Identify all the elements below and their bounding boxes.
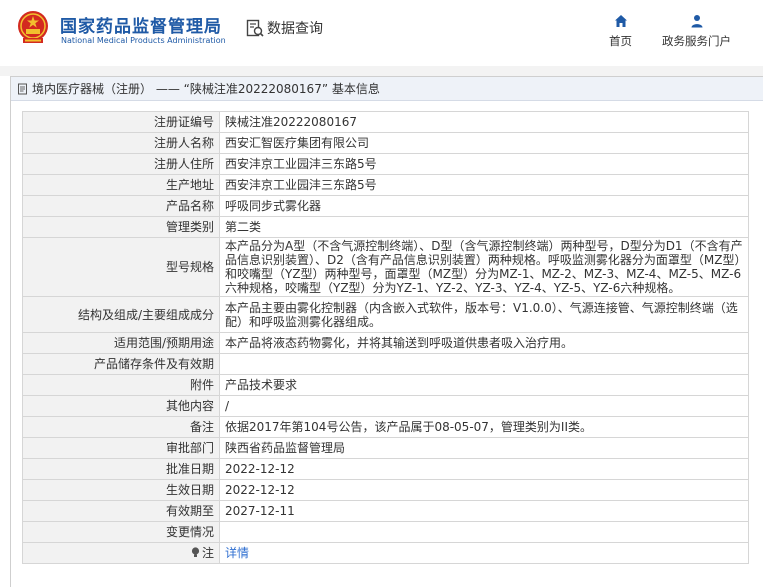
- data-query-section: 数据查询: [246, 18, 323, 38]
- row-label: 注册证编号: [22, 111, 220, 133]
- row-value: 西安沣京工业园沣三东路5号: [219, 174, 749, 196]
- data-query-label: 数据查询: [267, 21, 323, 37]
- row-label: 注: [201, 546, 214, 560]
- nav-gov-service-portal[interactable]: 政务服务门户: [662, 14, 731, 49]
- site-subtitle: National Medical Products Administration: [61, 36, 226, 45]
- row-label: 注册人名称: [22, 132, 220, 154]
- row-label: 注册人住所: [22, 153, 220, 175]
- document-search-icon: [246, 19, 264, 37]
- row-value: 西安沣京工业园沣三东路5号: [219, 153, 749, 175]
- table-row: 结构及组成/主要组成成分 本产品主要由雾化控制器（内含嵌入式软件，版本号：V1.…: [22, 296, 749, 333]
- note-label-cell: 注: [22, 542, 220, 564]
- row-value: 呼吸同步式雾化器: [219, 195, 749, 217]
- site-header: 国家药品监督管理局 National Medical Products Admi…: [0, 0, 763, 66]
- table-row: 注册人住所 西安沣京工业园沣三东路5号: [22, 153, 749, 175]
- row-label: 产品储存条件及有效期: [22, 353, 220, 375]
- row-label: 适用范围/预期用途: [22, 332, 220, 354]
- table-row: 生产地址 西安沣京工业园沣三东路5号: [22, 174, 749, 196]
- table-row: 产品名称 呼吸同步式雾化器: [22, 195, 749, 217]
- row-value: 第二类: [219, 216, 749, 238]
- bulb-icon: [191, 547, 200, 557]
- row-value: [219, 521, 749, 543]
- detail-panel: 境内医疗器械（注册） —— “陕械注准20222080167” 基本信息 注册证…: [10, 76, 763, 587]
- panel-title-bar: 境内医疗器械（注册） —— “陕械注准20222080167” 基本信息: [11, 77, 763, 101]
- table-row: 审批部门 陕西省药品监督管理局: [22, 437, 749, 459]
- row-value: 产品技术要求: [219, 374, 749, 396]
- row-label: 附件: [22, 374, 220, 396]
- table-row: 产品储存条件及有效期: [22, 353, 749, 375]
- header-divider: [0, 66, 763, 76]
- row-label: 结构及组成/主要组成成分: [22, 296, 220, 333]
- row-label: 产品名称: [22, 195, 220, 217]
- row-label: 备注: [22, 416, 220, 438]
- table-row: 变更情况: [22, 521, 749, 543]
- table-row: 型号规格 本产品分为A型（不含气源控制终端）、D型（含气源控制终端）两种型号，D…: [22, 237, 749, 297]
- row-value: 本产品分为A型（不含气源控制终端）、D型（含气源控制终端）两种型号，D型分为D1…: [219, 237, 749, 297]
- national-emblem-icon: [18, 11, 48, 43]
- table-row: 附件 产品技术要求: [22, 374, 749, 396]
- row-label: 批准日期: [22, 458, 220, 480]
- row-label: 型号规格: [22, 237, 220, 297]
- table-row: 其他内容 /: [22, 395, 749, 417]
- row-value: 陕械注准20222080167: [219, 111, 749, 133]
- row-label: 生产地址: [22, 174, 220, 196]
- table-row: 有效期至 2027-12-11: [22, 500, 749, 522]
- table-row: 注 详情: [22, 542, 749, 564]
- table-row: 适用范围/预期用途 本产品将液态药物雾化，并将其输送到呼吸道供患者吸入治疗用。: [22, 332, 749, 354]
- row-label: 有效期至: [22, 500, 220, 522]
- document-icon: [18, 83, 27, 94]
- user-icon: [691, 15, 702, 28]
- row-label: 生效日期: [22, 479, 220, 501]
- panel-title: 境内医疗器械（注册） —— “陕械注准20222080167” 基本信息: [32, 82, 380, 96]
- nav-portal-label: 政务服务门户: [662, 34, 731, 48]
- nav-home[interactable]: 首页: [609, 14, 632, 49]
- table-row: 备注 依据2017年第104号公告，该产品属于08-05-07，管理类别为II类…: [22, 416, 749, 438]
- site-title: 国家药品监督管理局: [60, 17, 222, 37]
- row-value: 2022-12-12: [219, 458, 749, 480]
- table-row: 批准日期 2022-12-12: [22, 458, 749, 480]
- row-value: /: [219, 395, 749, 417]
- row-value: [219, 353, 749, 375]
- row-label: 其他内容: [22, 395, 220, 417]
- row-value-cell: 详情: [219, 542, 749, 564]
- row-label: 审批部门: [22, 437, 220, 459]
- row-value: 本产品主要由雾化控制器（内含嵌入式软件，版本号：V1.0.0）、气源连接管、气源…: [219, 296, 749, 333]
- table-row: 注册人名称 西安汇智医疗集团有限公司: [22, 132, 749, 154]
- nav-home-label: 首页: [609, 34, 632, 48]
- device-info-table: 注册证编号 陕械注准20222080167 注册人名称 西安汇智医疗集团有限公司…: [22, 111, 749, 564]
- details-link[interactable]: 详情: [225, 546, 249, 560]
- row-value: 西安汇智医疗集团有限公司: [219, 132, 749, 154]
- row-label: 管理类别: [22, 216, 220, 238]
- row-value: 2027-12-11: [219, 500, 749, 522]
- table-row: 生效日期 2022-12-12: [22, 479, 749, 501]
- row-label: 变更情况: [22, 521, 220, 543]
- home-icon: [614, 15, 627, 27]
- table-row: 管理类别 第二类: [22, 216, 749, 238]
- row-value: 本产品将液态药物雾化，并将其输送到呼吸道供患者吸入治疗用。: [219, 332, 749, 354]
- row-value: 2022-12-12: [219, 479, 749, 501]
- row-value: 依据2017年第104号公告，该产品属于08-05-07，管理类别为II类。: [219, 416, 749, 438]
- table-row: 注册证编号 陕械注准20222080167: [22, 111, 749, 133]
- row-value: 陕西省药品监督管理局: [219, 437, 749, 459]
